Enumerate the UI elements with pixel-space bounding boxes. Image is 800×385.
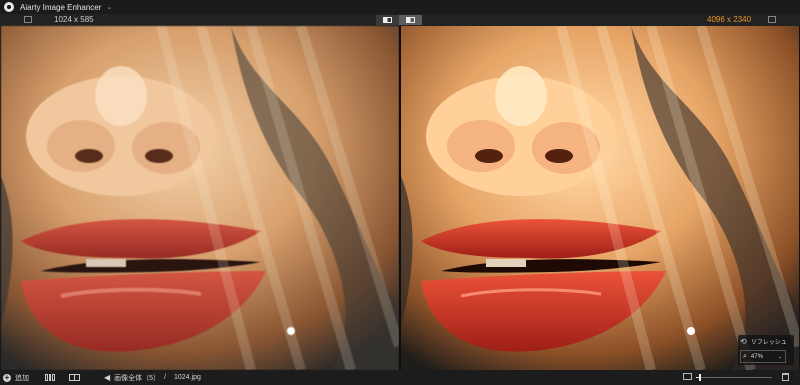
refresh-icon: ⟲ [740, 337, 747, 346]
zoom-overlay: ⟲ リフレッシュ ⌕ 47% ⌄ [738, 335, 794, 365]
split-view-button[interactable] [376, 15, 399, 25]
app-menu-chevron-icon[interactable]: ⌄ [106, 3, 112, 11]
zoom-select[interactable]: ⌕ 47% ⌄ [740, 350, 786, 363]
add-image-button[interactable]: + 追加 [3, 373, 29, 383]
side-by-side-icon [406, 17, 415, 23]
back-arrow-icon[interactable]: ◀ [104, 373, 110, 382]
zoom-icon: ⌕ [743, 352, 747, 360]
view-mode-toggle [376, 15, 422, 25]
refresh-label: リフレッシュ [750, 340, 787, 346]
breadcrumb-all-images[interactable]: 画像全体（5） [114, 373, 160, 383]
original-size-label: 1024 x 585 [54, 15, 94, 24]
enhanced-image-panel[interactable] [401, 26, 799, 370]
grid-view-icon[interactable] [45, 374, 55, 381]
title-bar: Aiarty Image Enhancer ⌄ [0, 0, 800, 14]
app-logo-icon [4, 2, 14, 12]
refresh-button[interactable]: ⟲ リフレッシュ [740, 337, 787, 346]
right-settings-icon[interactable] [768, 16, 776, 23]
original-image [1, 26, 399, 370]
enhanced-size-label: 4096 x 2340 [707, 15, 752, 24]
split-view-icon [383, 17, 392, 23]
bottom-bar: + 追加 ◀ 画像全体（5） / 1024.jpg [0, 370, 800, 385]
app-title: Aiarty Image Enhancer [20, 2, 102, 12]
add-label: 追加 [15, 374, 29, 382]
side-by-side-button[interactable] [399, 15, 422, 25]
original-image-panel[interactable] [1, 26, 399, 370]
preview-toolbar: 1024 x 585 4096 x 2340 [0, 14, 800, 26]
chevron-down-icon: ⌄ [777, 353, 782, 360]
zoom-slider-thumb[interactable] [699, 374, 702, 381]
trash-icon[interactable] [782, 373, 789, 381]
left-settings-icon[interactable] [24, 16, 32, 23]
compare-view-icon[interactable] [69, 374, 80, 381]
zoom-value: 47% [750, 353, 763, 360]
breadcrumb-current-file: 1024.jpg [174, 374, 201, 381]
image-icon [683, 373, 692, 380]
enhanced-image [401, 26, 799, 370]
zoom-slider[interactable] [696, 374, 772, 381]
add-icon: + [3, 372, 11, 382]
breadcrumb-separator: / [164, 374, 167, 381]
